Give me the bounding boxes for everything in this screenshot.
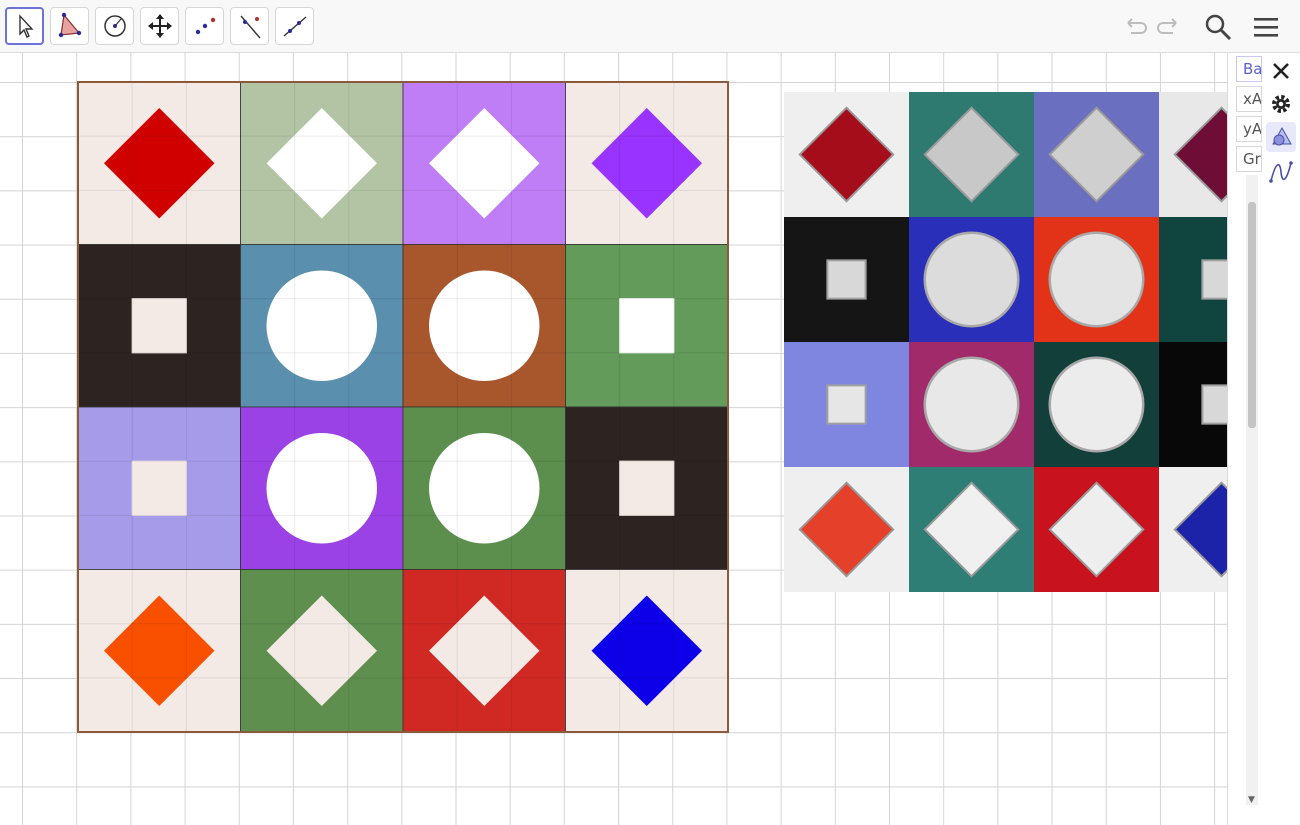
board-square-2-0[interactable] [131, 460, 187, 516]
point-tool-button[interactable] [185, 7, 224, 45]
segment-icon [283, 16, 306, 37]
algebra-entry-2[interactable]: xA [1236, 86, 1262, 112]
settings-side-button[interactable] [1266, 89, 1296, 119]
undo-icon [1127, 18, 1147, 34]
circle-tool-button[interactable] [95, 7, 134, 45]
algebra-entry-3[interactable]: yA [1236, 116, 1262, 142]
perpendicular-line-button[interactable] [230, 7, 269, 45]
photo-square-1-0[interactable] [826, 259, 867, 300]
undo-button[interactable] [1117, 10, 1151, 44]
board-circle-2-2[interactable] [429, 433, 540, 544]
polygon-tool-button[interactable] [50, 7, 89, 45]
board-circle-1-2[interactable] [429, 270, 540, 382]
menu-icon [1254, 18, 1278, 37]
photo-square-2-3[interactable] [1201, 384, 1227, 425]
algebra-view-button[interactable] [1266, 122, 1296, 152]
photo-circle-1-2[interactable] [1048, 231, 1145, 328]
move-tool-button[interactable] [5, 7, 44, 45]
points-icon [195, 17, 215, 35]
move-graphics-view-button[interactable] [140, 7, 179, 45]
search-icon [1205, 14, 1232, 41]
arrow-pointer-icon [18, 14, 34, 38]
segment-tool-button[interactable] [275, 7, 314, 45]
four-arrows-icon [147, 14, 172, 38]
scroll-down-arrow-icon[interactable]: ▼ [1248, 795, 1255, 805]
redo-button[interactable] [1153, 10, 1187, 44]
board-square-2-3[interactable] [619, 460, 675, 516]
photo-circle-1-1[interactable] [923, 231, 1020, 328]
photo-square-1-3[interactable] [1201, 259, 1227, 300]
board-square-1-3[interactable] [619, 298, 675, 354]
main-menu-button[interactable] [1249, 10, 1283, 44]
redo-icon [1157, 18, 1177, 34]
board-circle-2-1[interactable] [266, 433, 378, 544]
polygon-icon [58, 12, 81, 38]
photo-square-2-0[interactable] [826, 384, 867, 425]
circle-center-icon [103, 15, 126, 37]
algebra-entry-1[interactable]: Ba [1236, 56, 1262, 82]
line-icon [239, 15, 261, 39]
close-panel-button[interactable] [1266, 56, 1296, 86]
close-icon [1273, 63, 1289, 79]
graph-view-button[interactable] [1266, 157, 1296, 187]
reference-photo-image [784, 92, 1227, 592]
gear-icon [1272, 95, 1290, 113]
function-graph-icon [1269, 161, 1293, 183]
board-circle-1-1[interactable] [266, 270, 378, 382]
reference-photo[interactable] [784, 92, 1227, 592]
board-square-1-0[interactable] [131, 298, 187, 354]
algebra-entry-4[interactable]: Gr [1236, 146, 1262, 172]
search-button[interactable] [1201, 10, 1235, 44]
photo-circle-2-2[interactable] [1048, 356, 1145, 453]
algebra-scrollbar-thumb[interactable] [1248, 202, 1256, 428]
shapes-icon [1272, 126, 1292, 146]
top-toolbar [0, 0, 1300, 53]
photo-circle-2-1[interactable] [923, 356, 1020, 453]
